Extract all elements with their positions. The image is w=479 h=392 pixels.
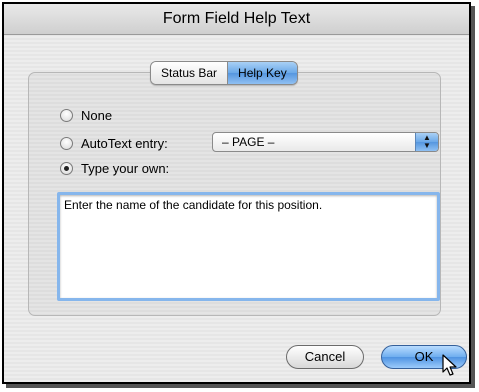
mouse-pointer-icon — [442, 354, 457, 376]
title-bar[interactable]: Form Field Help Text — [4, 4, 469, 35]
radio-autotext-label: AutoText entry: — [81, 135, 168, 151]
autotext-select-value: – PAGE – — [222, 135, 275, 149]
radio-type-own[interactable] — [60, 161, 73, 175]
radio-option-type-own[interactable]: Type your own: — [60, 159, 169, 177]
autotext-select[interactable]: – PAGE – ▲ ▼ — [212, 132, 439, 152]
cancel-button[interactable]: Cancel — [286, 345, 364, 369]
help-text-input[interactable]: Enter the name of the candidate for this… — [57, 192, 440, 301]
radio-none[interactable] — [60, 108, 73, 122]
dialog-title: Form Field Help Text — [162, 10, 311, 27]
radio-option-none[interactable]: None — [60, 106, 112, 124]
help-text-value: Enter the name of the candidate for this… — [64, 198, 323, 212]
tab-bar: Status Bar Help Key — [150, 61, 298, 85]
radio-type-own-label: Type your own: — [81, 160, 170, 176]
select-arrows-icon: ▲ ▼ — [415, 133, 438, 151]
tab-help-key[interactable]: Help Key — [227, 62, 297, 84]
radio-none-label: None — [81, 107, 113, 123]
tab-status-bar[interactable]: Status Bar — [151, 62, 228, 84]
radio-option-autotext[interactable]: AutoText entry: — [60, 134, 168, 152]
radio-autotext[interactable] — [60, 136, 73, 150]
